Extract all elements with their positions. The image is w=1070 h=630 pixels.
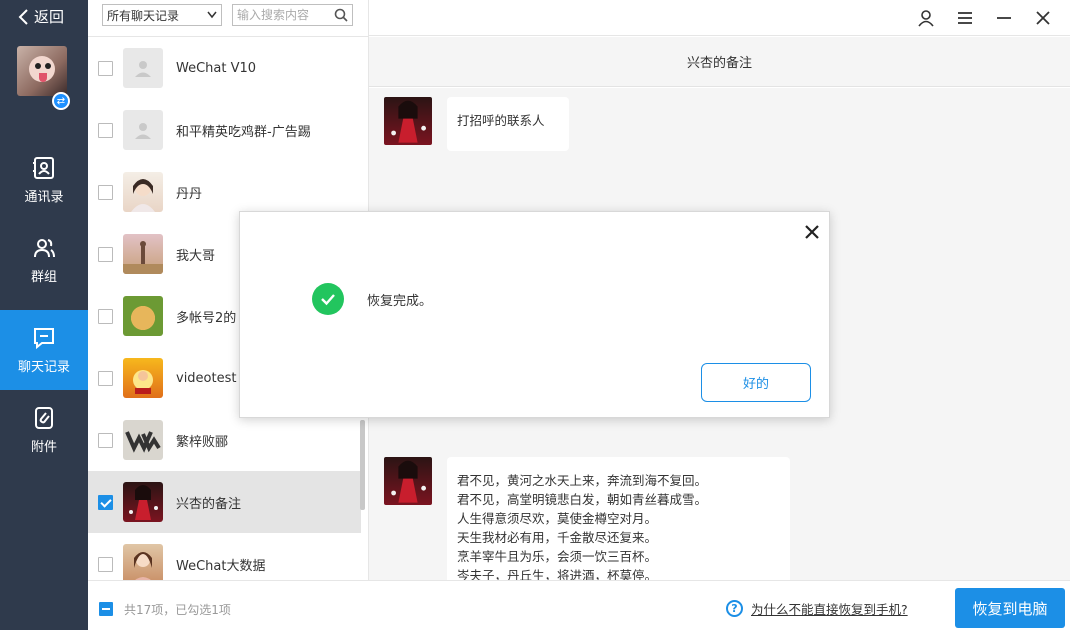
row-checkbox[interactable]: [98, 308, 113, 324]
back-button[interactable]: 返回: [18, 6, 64, 27]
back-label: 返回: [34, 8, 65, 26]
help-link[interactable]: ? 为什么不能直接恢复到手机?: [726, 599, 908, 618]
nav-item-label: 通讯录: [24, 189, 64, 205]
contact-name: 繁梓败郦: [176, 434, 229, 450]
contact-avatar: [123, 482, 163, 522]
chat-icon: [34, 327, 54, 349]
left-nav: 返回 ⇄ 通讯录 群组 聊天记录 附件: [0, 0, 88, 630]
contact-avatar: [123, 172, 163, 212]
contact-name: 和平精英吃鸡群-广告踢: [176, 124, 311, 140]
row-checkbox[interactable]: [98, 184, 113, 200]
nav-item-groups[interactable]: 群组: [0, 220, 88, 300]
row-checkbox[interactable]: [98, 432, 113, 448]
selection-count: 共17项，已勾选1项: [124, 603, 231, 617]
contact-avatar: [123, 296, 163, 336]
list-scrollbar[interactable]: [360, 420, 365, 510]
list-item[interactable]: 繁梓败郦: [88, 409, 361, 471]
contact-name: 多帐号2的: [176, 310, 237, 326]
user-avatar[interactable]: [17, 46, 67, 96]
message-line: 人生得意须尽欢，莫使金樽空对月。: [457, 511, 658, 526]
search-input[interactable]: [237, 8, 327, 22]
row-checkbox[interactable]: [98, 370, 113, 386]
attachment-icon: [35, 406, 53, 429]
help-link-text: 为什么不能直接恢复到手机?: [751, 602, 908, 617]
minimize-button[interactable]: [992, 6, 1016, 30]
group-icon: [34, 238, 55, 257]
contact-name: 丹丹: [176, 186, 203, 202]
message-line: 君不见，高堂明镜悲白发，朝如青丝暮成雪。: [457, 492, 708, 507]
ok-button[interactable]: 好的: [701, 363, 811, 402]
contact-name: WeChat大数据: [176, 558, 266, 574]
message-text: 打招呼的联系人: [457, 113, 545, 128]
chat-filter-select[interactable]: 所有聊天记录: [102, 4, 222, 26]
contact-name: 兴杏的备注: [176, 496, 242, 512]
message-bubble: 打招呼的联系人: [447, 97, 569, 151]
message-line: 岑夫子，丹丘生，将进酒，杯莫停。: [457, 568, 658, 580]
minimize-icon: [997, 17, 1011, 19]
message-line: 烹羊宰牛且为乐，会须一饮三百杯。: [457, 549, 658, 564]
row-checkbox[interactable]: [98, 60, 113, 76]
switch-account-icon[interactable]: ⇄: [52, 92, 70, 110]
nav-item-chat-history[interactable]: 聊天记录: [0, 310, 88, 390]
message-bubble: 君不见，黄河之水天上来，奔流到海不复回。 君不见，高堂明镜悲白发，朝如青丝暮成雪…: [447, 457, 790, 580]
default-avatar-icon: [123, 48, 163, 88]
select-all-checkbox[interactable]: [99, 602, 113, 616]
contact-avatar: [123, 420, 163, 460]
list-item[interactable]: WeChat V10: [88, 37, 361, 99]
message-line: 天生我材必有用，千金散尽还复来。: [457, 530, 658, 545]
list-item[interactable]: 和平精英吃鸡群-广告踢: [88, 99, 361, 161]
account-button[interactable]: [914, 6, 938, 30]
message-line: 君不见，黄河之水天上来，奔流到海不复回。: [457, 473, 708, 488]
contact-avatar: [123, 234, 163, 274]
message-avatar: [384, 97, 432, 145]
nav-item-attachments[interactable]: 附件: [0, 390, 88, 470]
contacts-icon: [33, 156, 54, 179]
search-icon[interactable]: [334, 8, 348, 22]
menu-button[interactable]: [953, 6, 977, 30]
window-top-bar: [369, 0, 1070, 36]
row-checkbox[interactable]: [98, 122, 113, 138]
search-box: [232, 4, 353, 26]
row-checkbox[interactable]: [98, 246, 113, 262]
dialog-message: 恢复完成。: [367, 294, 433, 309]
contact-name: WeChat V10: [176, 60, 257, 76]
contact-name: videotest: [176, 370, 237, 386]
contact-avatar: [123, 358, 163, 398]
nav-item-contacts[interactable]: 通讯录: [0, 140, 88, 220]
nav-item-label: 附件: [30, 439, 57, 455]
chevron-down-icon: [207, 11, 217, 19]
user-icon: [918, 10, 934, 27]
contact-name: 我大哥: [176, 248, 216, 264]
row-checkbox[interactable]: [98, 556, 113, 572]
close-icon[interactable]: [802, 222, 822, 242]
restore-to-pc-button[interactable]: 恢复到电脑: [955, 588, 1065, 628]
nav-item-label: 群组: [30, 269, 57, 285]
chevron-left-icon: [18, 8, 28, 25]
nav-item-label: 聊天记录: [17, 359, 70, 375]
restore-complete-dialog: 恢复完成。 好的: [239, 211, 830, 418]
success-check-icon: [312, 283, 344, 315]
chat-title: 兴杏的备注: [369, 37, 1070, 87]
close-window-button[interactable]: [1031, 6, 1055, 30]
contact-avatar: [123, 544, 163, 584]
message-avatar: [384, 457, 432, 505]
menu-icon: [958, 12, 972, 24]
row-checkbox[interactable]: [98, 494, 113, 510]
help-icon: ?: [726, 600, 743, 617]
filter-value: 所有聊天记录: [107, 8, 180, 23]
close-icon: [1036, 11, 1050, 25]
footer-bar: 共17项，已勾选1项 ? 为什么不能直接恢复到手机? 恢复到电脑: [88, 580, 1070, 630]
default-avatar-icon: [123, 110, 163, 150]
list-item[interactable]: 兴杏的备注: [88, 471, 361, 533]
